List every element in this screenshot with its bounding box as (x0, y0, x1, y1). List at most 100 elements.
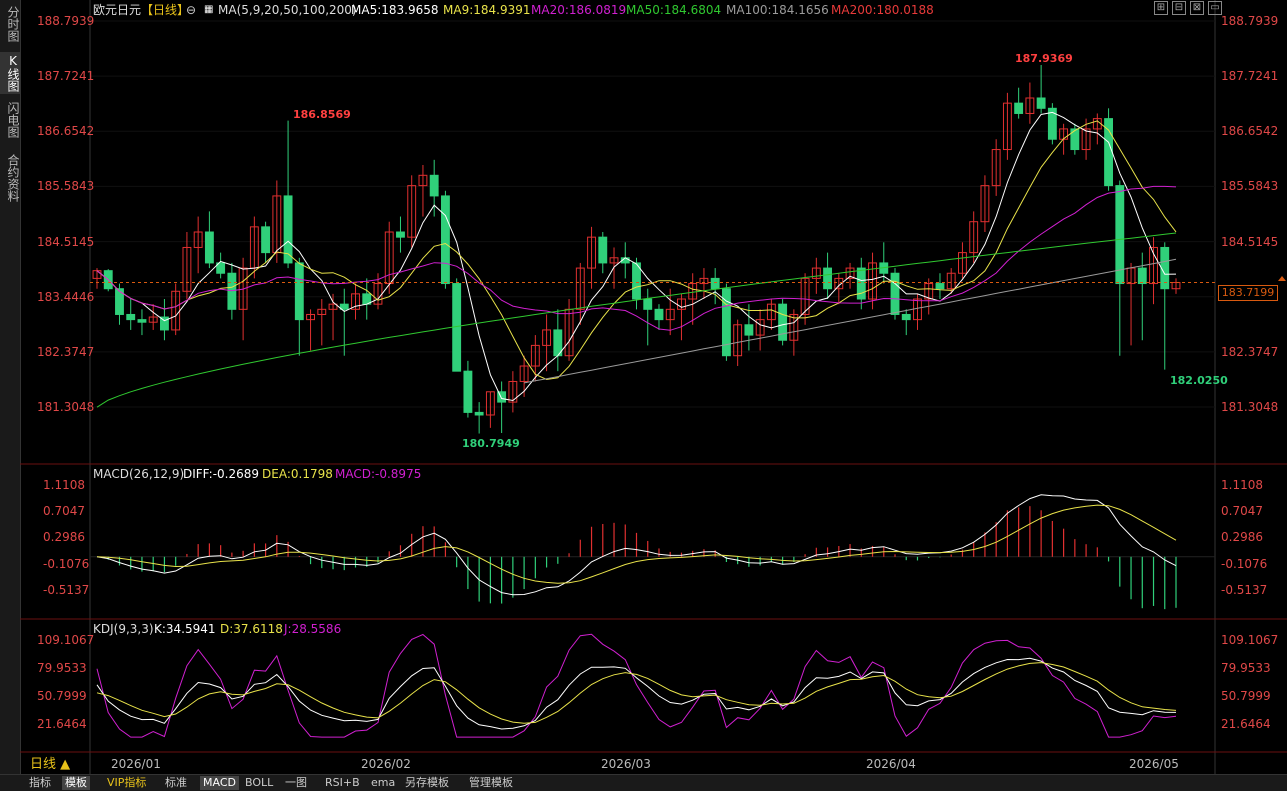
ma50-value: MA50:184.6804 (626, 3, 722, 17)
ma9-value: MA9:184.9391 (443, 3, 531, 17)
current-price-box: 183.7199 (1218, 285, 1278, 301)
candle-body (1036, 97, 1046, 109)
macd-dea: DEA:0.1798 (262, 467, 333, 481)
kdj-d: D:37.6118 (220, 622, 283, 636)
price-tick-left: 183.4446 (37, 289, 95, 304)
tab-time-chart[interactable]: 分时图 (0, 4, 20, 44)
tb-standard[interactable]: 标准 (162, 776, 190, 790)
ma-params: MA(5,9,20,50,100,200) (218, 3, 357, 17)
price-tick-left: 185.5843 (37, 179, 95, 194)
ma100-value: MA100:184.1656 (726, 3, 829, 17)
peak-label: 186.8569 (293, 108, 351, 121)
restore-icon[interactable]: ▭ (1208, 1, 1222, 15)
price-tick-left: 184.5145 (37, 234, 95, 249)
candle-body (744, 324, 754, 336)
candle-body (204, 231, 214, 264)
candle-body (474, 411, 484, 416)
kdj-k: K:34.5941 (154, 622, 216, 636)
ma5-value: MA5:183.9658 (351, 3, 439, 17)
candle-body (126, 313, 136, 321)
period-selector-button[interactable]: 日线 ▲ (30, 757, 70, 773)
tb-templates[interactable]: 模板 (62, 776, 90, 790)
date-label: 2026/05 (1129, 757, 1179, 771)
low-label: 182.0250 (1170, 374, 1228, 387)
sidebar: 分时图 K线图 闪电图 合约资料 (0, 0, 21, 774)
tb-macd[interactable]: MACD (200, 776, 239, 790)
price-tick-left: 188.7939 (37, 14, 95, 28)
grid-icon[interactable]: ⊠ (1190, 1, 1204, 15)
split-icon[interactable]: ⊟ (1172, 1, 1186, 15)
macd-tick-right: 0.7047 (1221, 504, 1263, 519)
tb-rsi-b[interactable]: RSI+B (322, 776, 363, 790)
price-tick-right: 186.6542 (1221, 124, 1279, 139)
kdj-tick-right: 50.7999 (1221, 688, 1271, 703)
trough-label: 180.7949 (462, 437, 520, 450)
ma20-value: MA20:186.0819 (531, 3, 627, 17)
tb-indicators[interactable]: 指标 (26, 776, 54, 790)
macd-diff: DIFF:-0.2689 (183, 467, 260, 481)
candle-body (227, 272, 237, 310)
macd-tick-left: -0.1076 (43, 556, 90, 571)
candle-body (823, 267, 833, 290)
price-tick-left: 182.3747 (37, 344, 95, 359)
macd-tick-left: -0.5137 (43, 583, 90, 597)
kdj-tick-right: 79.9533 (1221, 660, 1271, 675)
kdj-tick-right: 21.6464 (1221, 717, 1271, 731)
ma5-line (96, 111, 1177, 402)
ma9-line (96, 120, 1177, 381)
tb-boll[interactable]: BOLL (242, 776, 276, 790)
macd-tick-right: -0.5137 (1221, 583, 1268, 597)
kdj-tick-left: 109.1067 (37, 633, 95, 647)
date-label: 2026/04 (866, 757, 916, 771)
candle-body (654, 308, 664, 321)
candle-body (901, 313, 911, 321)
tb-save-template[interactable]: 另存模板 (402, 776, 452, 790)
candle-body (598, 236, 608, 264)
date-label: 2026/03 (601, 757, 651, 771)
kdj-title: KDJ(9,3,3) (93, 622, 154, 636)
kdj-tick-left: 21.6464 (37, 717, 87, 731)
macd-tick-left: 0.7047 (43, 504, 85, 519)
price-tick-right: 188.7939 (1221, 14, 1279, 28)
price-tick-right: 185.5843 (1221, 179, 1279, 194)
price-tick-left: 181.3048 (37, 400, 95, 414)
kdj-d-line (96, 662, 1177, 724)
macd-tick-right: 1.1108 (1221, 478, 1263, 492)
candle-body (1014, 102, 1024, 114)
tb-vip-indicators[interactable]: VIP指标 (104, 776, 149, 790)
candle-body (1115, 185, 1125, 285)
tab-kline-chart[interactable]: K线图 (0, 52, 20, 94)
kdj-tick-left: 50.7999 (37, 688, 87, 703)
price-tick-right: 184.5145 (1221, 234, 1279, 249)
candle-body (294, 262, 304, 321)
macd-title: MACD(26,12,9) (93, 467, 185, 481)
candle-body (429, 174, 439, 197)
candle-body (463, 370, 473, 413)
candle-body (440, 195, 450, 285)
symbol-title: 欧元日元 (93, 3, 142, 17)
tab-contract-info[interactable]: 合约资料 (0, 152, 20, 204)
edit-icon[interactable]: ▦ (204, 3, 213, 17)
kdj-tick-right: 109.1067 (1221, 633, 1279, 647)
macd-hist: MACD:-0.8975 (335, 467, 422, 481)
toggle-icon[interactable]: ⊖ (186, 3, 196, 17)
kdj-tick-left: 79.9533 (37, 660, 87, 675)
date-label: 2026/01 (111, 757, 161, 771)
candle-body (643, 298, 653, 310)
tb-manage-template[interactable]: 管理模板 (466, 776, 516, 790)
tb-ema[interactable]: ema (368, 776, 398, 790)
candle-body (710, 277, 720, 290)
tb-one-chart[interactable]: 一图 (282, 776, 310, 790)
chart-area (20, 0, 1287, 774)
layout-icon[interactable]: ⊞ (1154, 1, 1168, 15)
kdj-k-line (96, 657, 1177, 730)
macd-tick-left: 1.1108 (43, 478, 85, 492)
macd-tick-left: 0.2986 (43, 530, 85, 545)
tab-flash-chart[interactable]: 闪电图 (0, 100, 20, 140)
candle-body (1137, 267, 1147, 285)
price-tick-right: 187.7241 (1221, 69, 1279, 84)
macd-tick-right: 0.2986 (1221, 530, 1263, 545)
price-tick-right: 182.3747 (1221, 344, 1279, 359)
period-label: 【日线】 (141, 3, 190, 17)
price-tick-right: 181.3048 (1221, 400, 1279, 414)
